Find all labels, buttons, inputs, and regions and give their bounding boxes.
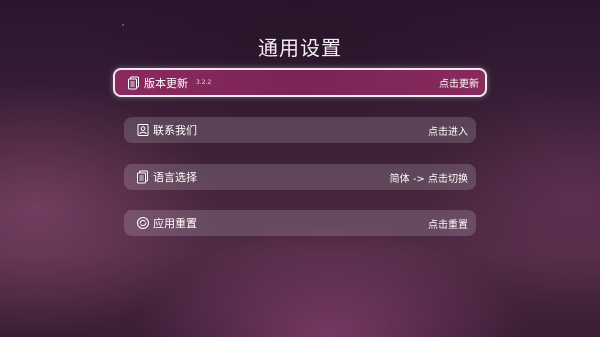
- settings-row-language[interactable]: 语言选择 简体 -> 点击切换: [124, 164, 476, 190]
- page-title: 通用设置: [258, 36, 342, 60]
- contact-card-icon: [136, 123, 150, 137]
- row-action: 点击重置: [428, 219, 468, 231]
- row-label: 版本更新: [144, 76, 188, 90]
- settings-screen: 通用设置 版本更新 3.2.2 点击更新 联系我们 点击进入 语言选择 简体 -…: [0, 0, 600, 337]
- row-left: 联系我们: [136, 122, 197, 138]
- row-label: 应用重置: [153, 217, 197, 230]
- row-left: 版本更新 3.2.2: [127, 75, 211, 91]
- row-action: 简体 -> 点击切换: [389, 173, 468, 185]
- decorative-dot: [122, 24, 124, 26]
- language-icon: [136, 170, 150, 184]
- document-icon: [127, 76, 141, 90]
- reset-icon: [136, 216, 150, 230]
- row-action: 点击进入: [428, 126, 468, 138]
- row-left: 语言选择: [136, 169, 197, 185]
- row-label: 语言选择: [153, 171, 197, 184]
- row-left: 应用重置: [136, 215, 197, 231]
- row-action: 点击更新: [439, 79, 479, 90]
- settings-row-contact-us[interactable]: 联系我们 点击进入: [124, 117, 476, 143]
- row-label: 联系我们: [153, 124, 197, 137]
- settings-row-app-reset[interactable]: 应用重置 点击重置: [124, 210, 476, 236]
- version-number: 3.2.2: [196, 79, 212, 86]
- settings-row-version-update[interactable]: 版本更新 3.2.2 点击更新: [113, 68, 487, 97]
